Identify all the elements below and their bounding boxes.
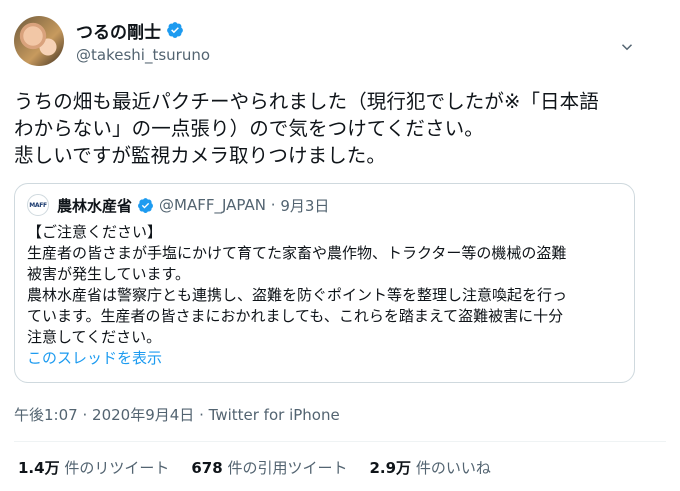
chevron-down-icon[interactable]	[618, 38, 636, 56]
tweet-timestamp: 午後1:07 · 2020年9月4日 · Twitter for iPhone	[14, 404, 340, 425]
likes-stat[interactable]: 2.9万 件のいいね	[369, 457, 490, 478]
author-block: つるの剛士 @takeshi_tsuruno	[76, 18, 210, 64]
verified-badge-icon	[167, 22, 183, 38]
author-name[interactable]: つるの剛士	[76, 18, 161, 43]
divider	[14, 441, 666, 442]
quoted-date: 9月3日	[280, 196, 330, 215]
show-thread-link[interactable]: このスレッドを表示	[27, 348, 622, 369]
quote-tweets-stat[interactable]: 678 件の引用ツイート	[191, 457, 347, 478]
retweets-stat[interactable]: 1.4万 件のリツイート	[18, 457, 169, 478]
quoted-author-handle: @MAFF_JAPAN	[159, 196, 266, 214]
tweet-source-link[interactable]: Twitter for iPhone	[209, 406, 340, 424]
quoted-separator: ·	[270, 196, 276, 214]
avatar[interactable]	[14, 16, 64, 66]
author-handle[interactable]: @takeshi_tsuruno	[76, 46, 210, 64]
maff-logo: MAFF	[27, 194, 49, 216]
tweet-time-link[interactable]: 午後1:07 · 2020年9月4日	[14, 406, 194, 424]
quoted-author-name: 農林水産省	[57, 196, 133, 215]
meta-separator: ·	[199, 406, 204, 424]
author-name-row: つるの剛士	[76, 18, 210, 43]
quoted-tweet-text: 【ご注意ください】 生産者の皆さまが手塩にかけて育てた家畜や農作物、トラクター等…	[27, 223, 568, 346]
quoted-tweet[interactable]: MAFF 農林水産省 @MAFF_JAPAN · 9月3日 【ご注意ください】 …	[14, 183, 635, 383]
quoted-tweet-header: MAFF 農林水産省 @MAFF_JAPAN · 9月3日	[27, 194, 622, 216]
engagement-stats: 1.4万 件のリツイート 678 件の引用ツイート 2.9万 件のいいね	[18, 457, 491, 478]
tweet-text: うちの畑も最近パクチーやられました（現行犯でしたが※「日本語 わからない」の一点…	[14, 90, 599, 167]
verified-badge-icon	[138, 197, 153, 213]
